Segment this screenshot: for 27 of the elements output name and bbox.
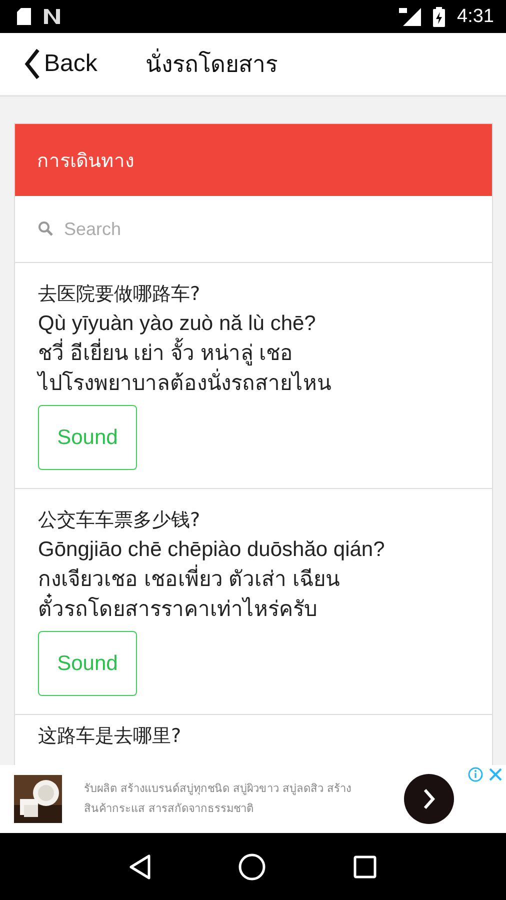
pinyin-text: Qù yīyuàn yào zuò nă lù chē? bbox=[38, 311, 317, 337]
page-title: นั่งรถโดยสาร bbox=[145, 46, 278, 82]
thai-meaning: ตั๋วรถโดยสารราคาเท่าไหร่ครับ bbox=[38, 595, 469, 625]
chevron-right-icon bbox=[422, 788, 436, 810]
battery-icon bbox=[433, 6, 446, 26]
next-button[interactable] bbox=[404, 774, 454, 824]
search-icon bbox=[38, 221, 54, 237]
sd-card-icon bbox=[17, 8, 31, 25]
sound-button[interactable]: Sound bbox=[38, 631, 137, 696]
sound-button[interactable]: Sound bbox=[38, 405, 137, 470]
chinese-phrase: 这路车是去哪里? bbox=[38, 724, 182, 749]
pinyin-text: Gōngjiāo chē chēpiào duōshăo qián? bbox=[38, 537, 386, 563]
home-nav-icon[interactable] bbox=[238, 852, 266, 880]
thai-meaning: ไปโรงพยาบาลต้องนั่งรถสายไหน bbox=[38, 369, 469, 399]
section-header: การเดินทาง bbox=[15, 124, 492, 196]
back-nav-icon[interactable] bbox=[128, 854, 151, 880]
signal-icon bbox=[399, 8, 422, 26]
thai-reading: กงเจียวเชอ เชอเพี่ยว ตัวเส่า เฉียน bbox=[38, 565, 469, 595]
chinese-phrase: 去医院要做哪路车? bbox=[38, 282, 202, 307]
back-button[interactable]: Back bbox=[24, 48, 98, 80]
n-logo-icon bbox=[43, 8, 61, 25]
ad-text: รับผลิต สร้างแบรนด์สบู่ทุกชนิด สบู่ผิวขาว สบู่ลดสิว สร้างสินค้ากระแส สารสกัดจากธรรมชาติ bbox=[84, 781, 352, 817]
status-time: 4:31 bbox=[457, 6, 494, 28]
chinese-phrase: 公交车车票多少钱? bbox=[38, 508, 202, 533]
thai-reading: ชวี่ อีเยี่ยน เย่า จั้ว หน่าลู่ เชอ bbox=[38, 339, 469, 369]
chevron-left-icon bbox=[24, 48, 40, 80]
recents-nav-icon[interactable] bbox=[353, 854, 378, 878]
